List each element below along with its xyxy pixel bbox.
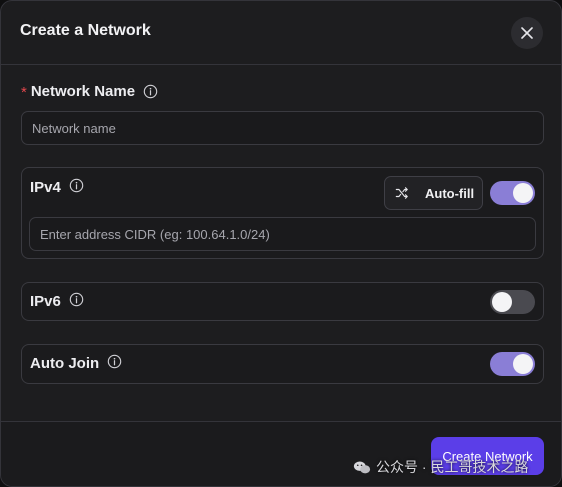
info-icon[interactable] [69, 178, 84, 193]
cidr-input[interactable] [29, 217, 536, 251]
close-icon [521, 27, 533, 39]
create-network-dialog: Create a Network * Network Name IPv4 [0, 0, 562, 487]
shuffle-icon [395, 187, 408, 199]
dialog-title: Create a Network [20, 22, 151, 39]
wechat-icon [353, 460, 371, 473]
network-name-label-row: * Network Name [21, 81, 158, 101]
ipv4-toggle[interactable] [490, 181, 535, 205]
ipv4-label: IPv4 [30, 179, 61, 196]
toggle-knob [492, 292, 512, 312]
auto-join-label-row: Auto Join [30, 354, 122, 372]
auto-join-section: Auto Join [21, 344, 544, 384]
auto-join-toggle[interactable] [490, 352, 535, 376]
network-name-label: Network Name [30, 82, 136, 100]
ipv6-label-row: IPv6 [30, 292, 84, 310]
ipv6-label: IPv6 [30, 293, 61, 310]
info-icon[interactable] [107, 354, 122, 369]
watermark: 公众号 · 民工哥技术之路 [353, 457, 528, 477]
toggle-knob [513, 354, 533, 374]
info-icon[interactable] [143, 84, 158, 99]
autofill-label: Auto-fill [425, 185, 475, 201]
watermark-text: 公众号 · 民工哥技术之路 [376, 459, 529, 475]
ipv4-label-row: IPv4 [30, 178, 84, 196]
auto-join-label: Auto Join [30, 355, 100, 372]
ipv6-section: IPv6 [21, 282, 544, 321]
ipv6-toggle[interactable] [490, 290, 535, 314]
dialog-header: Create a Network [1, 1, 561, 65]
info-icon[interactable] [69, 292, 84, 307]
ipv4-section: IPv4 Auto-fill [21, 167, 544, 259]
toggle-knob [513, 183, 533, 203]
dialog-footer: Create Network [1, 421, 561, 486]
close-button[interactable] [511, 17, 543, 49]
autofill-button[interactable]: Auto-fill [384, 176, 483, 210]
network-name-input[interactable] [21, 111, 544, 145]
required-mark: * [21, 84, 27, 101]
